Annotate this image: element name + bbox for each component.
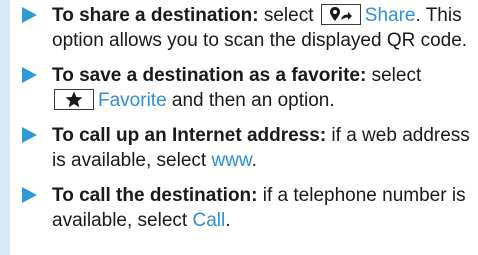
list-item-internet: To call up an Internet address: if a web… [0,123,478,173]
list-item-favorite: To save a destination as a favorite: sel… [0,63,478,113]
item-text: . [251,150,257,171]
star-icon [54,89,94,110]
triangle-bullet-icon [22,187,37,203]
item-lead: To call up an Internet address: [52,125,327,146]
instruction-list: To share a destination: select Share. Th… [0,3,478,243]
item-lead: To save a destination as a favorite: [52,65,367,86]
www-link[interactable]: www [211,150,251,171]
triangle-bullet-icon [22,127,37,143]
share-link[interactable]: Share [365,5,416,26]
item-lead: To share a destination: [52,5,259,26]
list-item-call: To call the destination: if a telephone … [0,183,478,233]
favorite-link[interactable]: Favorite [98,90,167,111]
item-text: select [258,5,319,26]
call-link[interactable]: Call [192,210,225,231]
list-item-share: To share a destination: select Share. Th… [0,3,478,53]
item-text: select [366,65,422,86]
triangle-bullet-icon [22,7,37,23]
share-destination-icon [320,4,361,25]
item-text: and then an option. [166,90,335,111]
triangle-bullet-icon [22,67,37,83]
item-lead: To call the destination: [52,185,258,206]
item-text: . [225,210,231,231]
